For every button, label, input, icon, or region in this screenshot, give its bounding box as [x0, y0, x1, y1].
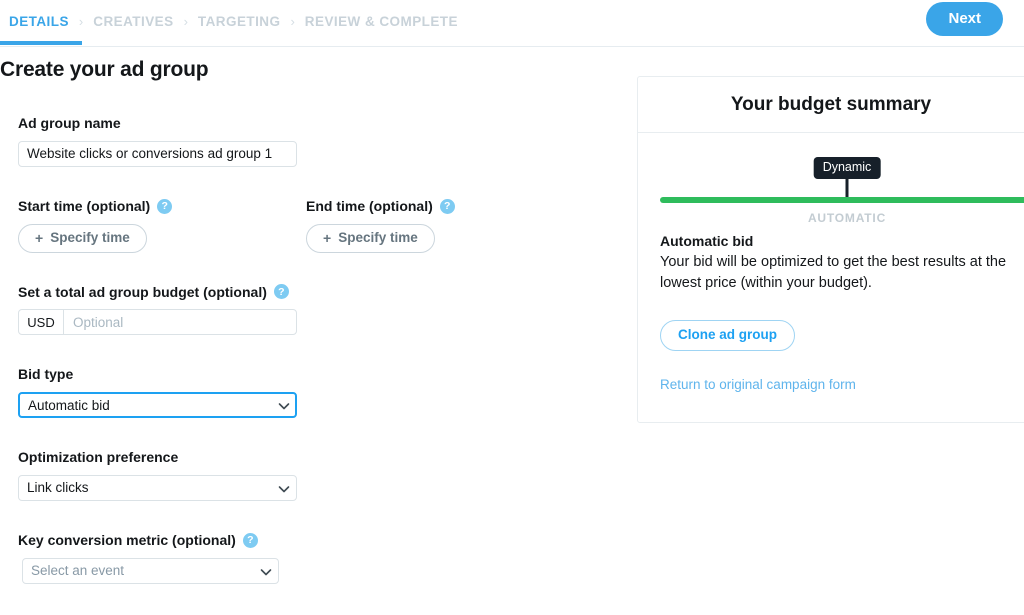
budget-summary-body: Dynamic AUTOMATIC Automatic bid Your bid… — [638, 133, 1024, 422]
bid-type-select-wrap: Automatic bid — [18, 392, 297, 419]
return-to-campaign-form-link[interactable]: Return to original campaign form — [660, 377, 856, 392]
time-fields-row: Start time (optional) ? + Specify time E… — [18, 198, 488, 253]
optimization-select[interactable]: Link clicks — [18, 474, 297, 501]
page-title: Create your ad group — [0, 58, 209, 81]
key-conversion-label: Key conversion metric (optional) ? — [18, 532, 488, 549]
step-targeting[interactable]: TARGETING — [198, 14, 281, 29]
budget-summary-header: Your budget summary — [638, 77, 1024, 133]
plus-icon: + — [323, 229, 332, 246]
budget-label: Set a total ad group budget (optional) ? — [18, 284, 488, 301]
meter-caption: AUTOMATIC — [807, 211, 887, 225]
next-button[interactable]: Next — [926, 2, 1003, 36]
key-conversion-select[interactable]: Select an event — [22, 557, 279, 584]
meter-pointer-stem — [845, 179, 849, 199]
meter-bar — [660, 197, 1024, 203]
budget-input[interactable] — [64, 310, 296, 335]
bid-type-heading: Automatic bid — [660, 233, 754, 249]
step-review-complete[interactable]: REVIEW & COMPLETE — [305, 14, 458, 29]
end-time-label: End time (optional) ? — [306, 198, 455, 215]
budget-input-group: USD — [18, 309, 297, 336]
label-text: Key conversion metric (optional) — [18, 531, 236, 548]
label-text: Ad group name — [18, 115, 121, 131]
field-bid-type: Bid type Automatic bid — [18, 366, 488, 419]
help-icon[interactable]: ? — [439, 198, 455, 214]
chevron-right-icon: › — [183, 14, 188, 29]
ad-group-create-page: DETAILS › CREATIVES › TARGETING › REVIEW… — [0, 0, 1024, 615]
optimization-label: Optimization preference — [18, 449, 488, 466]
specify-end-time-button[interactable]: + Specify time — [306, 223, 435, 253]
label-text: Set a total ad group budget (optional) — [18, 283, 267, 300]
ad-group-name-input[interactable] — [18, 140, 297, 167]
currency-code: USD — [19, 310, 64, 335]
budget-summary-card: Your budget summary Dynamic AUTOMATIC Au… — [637, 76, 1024, 423]
key-conversion-select-wrap: Select an event — [22, 557, 279, 584]
field-ad-group-name: Ad group name — [18, 115, 488, 167]
field-total-budget: Set a total ad group budget (optional) ?… — [18, 284, 488, 336]
help-icon[interactable]: ? — [242, 532, 258, 548]
button-label: Specify time — [338, 229, 418, 245]
label-text: Start time (optional) — [18, 197, 151, 214]
field-key-conversion-metric: Key conversion metric (optional) ? Selec… — [18, 532, 488, 584]
bid-type-select[interactable]: Automatic bid — [18, 392, 297, 419]
step-details[interactable]: DETAILS — [9, 14, 69, 29]
bid-type-label: Bid type — [18, 366, 488, 383]
active-step-indicator — [0, 41, 82, 45]
label-text: Optimization preference — [18, 449, 179, 466]
field-optimization-preference: Optimization preference Link clicks — [18, 449, 488, 501]
label-text: Bid type — [18, 366, 74, 383]
ad-group-form: Ad group name Start time (optional) ? + … — [18, 115, 488, 584]
help-icon[interactable]: ? — [157, 198, 173, 214]
optimization-select-wrap: Link clicks — [18, 474, 297, 501]
label-text: End time (optional) — [306, 197, 433, 214]
meter-badge: Dynamic — [813, 157, 881, 179]
field-start-time: Start time (optional) ? + Specify time — [18, 198, 306, 253]
button-label: Specify time — [50, 229, 130, 245]
chevron-right-icon: › — [78, 14, 84, 29]
start-time-label: Start time (optional) ? — [18, 198, 306, 215]
step-breadcrumb-bar: DETAILS › CREATIVES › TARGETING › REVIEW… — [0, 0, 1024, 47]
specify-start-time-button[interactable]: + Specify time — [18, 223, 147, 253]
clone-ad-group-button[interactable]: Clone ad group — [660, 320, 795, 351]
budget-summary-title: Your budget summary — [730, 93, 932, 115]
breadcrumb: DETAILS › CREATIVES › TARGETING › REVIEW… — [0, 14, 458, 29]
ad-group-name-label: Ad group name — [18, 115, 488, 132]
bid-meter: Dynamic AUTOMATIC — [660, 155, 1024, 225]
plus-icon: + — [35, 229, 44, 246]
bid-type-description: Your bid will be optimized to get the be… — [660, 254, 1007, 292]
chevron-right-icon: › — [290, 14, 295, 29]
help-icon[interactable]: ? — [273, 284, 289, 300]
field-end-time: End time (optional) ? + Specify time — [306, 198, 455, 253]
step-creatives[interactable]: CREATIVES — [93, 14, 173, 29]
